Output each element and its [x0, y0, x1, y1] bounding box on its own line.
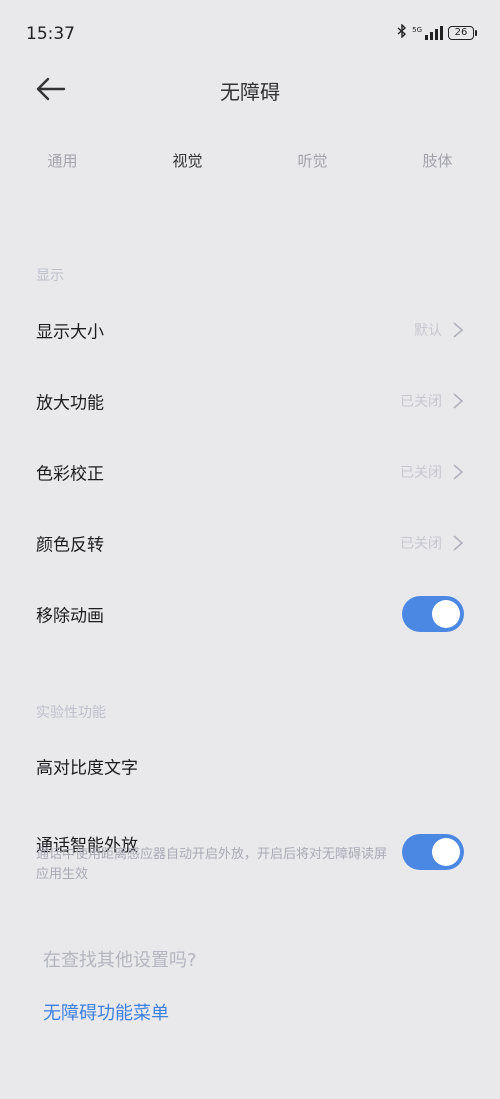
tab-general[interactable]: 通用 [0, 150, 125, 171]
tab-physical[interactable]: 肢体 [375, 150, 500, 171]
signal-bars-icon [425, 26, 443, 40]
tab-vision[interactable]: 视觉 [125, 150, 250, 171]
tab-hearing[interactable]: 听觉 [250, 150, 375, 171]
setting-row-color-correction[interactable]: 色彩校正 已关闭 [0, 437, 500, 507]
status-bar: 15:37 5G 26 [0, 0, 500, 70]
setting-row-smart-speaker: 通话智能外放 通话中使用距离感应器自动开启外放，开启后将对无障碍读屏应用生效 [0, 815, 500, 890]
setting-label: 移除动画 [36, 606, 104, 627]
setting-label: 放大功能 [36, 393, 104, 414]
setting-label: 颜色反转 [36, 535, 104, 556]
category-tabs: 通用 视觉 听觉 肢体 [0, 150, 500, 171]
status-time: 15:37 [26, 24, 75, 44]
setting-description: 通话中使用距离感应器自动开启外放，开启后将对无障碍读屏应用生效 [36, 847, 388, 882]
section-label-display: 显示 [36, 268, 64, 284]
setting-row-magnification[interactable]: 放大功能 已关闭 [0, 366, 500, 436]
battery-indicator: 26 [448, 26, 477, 40]
setting-label: 高对比度文字 [36, 758, 138, 779]
setting-row-remove-animations: 移除动画 [0, 579, 500, 649]
chevron-right-icon [453, 322, 464, 338]
setting-label: 显示大小 [36, 322, 104, 343]
remove-animations-toggle[interactable] [402, 596, 464, 632]
search-hint-text: 在查找其他设置吗? [43, 950, 197, 971]
chevron-right-icon [453, 535, 464, 551]
setting-row-high-contrast-text[interactable]: 高对比度文字 [0, 731, 500, 801]
smart-speaker-toggle[interactable] [402, 834, 464, 870]
setting-label: 色彩校正 [36, 464, 104, 485]
bluetooth-icon [397, 23, 407, 42]
accessibility-menu-link[interactable]: 无障碍功能菜单 [43, 999, 169, 1025]
setting-value: 默认 [414, 323, 442, 339]
chevron-right-icon [453, 464, 464, 480]
toggle-knob [432, 838, 460, 866]
setting-row-color-inversion[interactable]: 颜色反转 已关闭 [0, 508, 500, 578]
page-header: 无障碍 [0, 68, 500, 112]
setting-row-display-size[interactable]: 显示大小 默认 [0, 295, 500, 365]
network-type-label: 5G [412, 25, 422, 34]
setting-value: 已关闭 [400, 394, 442, 410]
section-label-experimental: 实验性功能 [36, 705, 106, 721]
setting-value: 已关闭 [400, 465, 442, 481]
chevron-right-icon [453, 393, 464, 409]
setting-value: 已关闭 [400, 536, 442, 552]
toggle-knob [432, 600, 460, 628]
page-title: 无障碍 [220, 80, 280, 104]
status-icons: 5G 26 [397, 23, 477, 42]
